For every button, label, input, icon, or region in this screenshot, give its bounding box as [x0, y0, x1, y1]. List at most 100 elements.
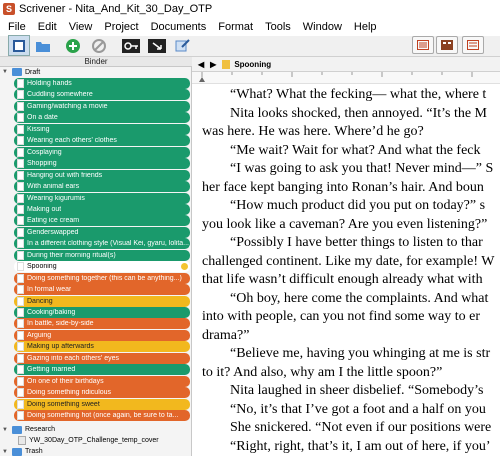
binder-item[interactable]: Doing something hot (once again, be sure…	[14, 410, 190, 422]
draft-folder[interactable]: ▼ Draft	[2, 67, 40, 77]
binder-item-label: During their morning ritual(s)	[27, 251, 116, 259]
binder-item-label: Holding hands	[27, 80, 72, 87]
binder-item-label: Shopping	[27, 160, 57, 168]
binder-item[interactable]: In a different clothing style (Visual Ke…	[14, 238, 190, 250]
document-icon	[17, 136, 24, 146]
menu-project[interactable]: Project	[98, 21, 144, 33]
menu-tools[interactable]: Tools	[259, 21, 297, 33]
binder-item[interactable]: Arguing	[14, 329, 190, 341]
document-icon	[17, 216, 24, 226]
link-icon	[175, 38, 190, 51]
menu-help[interactable]: Help	[348, 21, 383, 33]
binder-item-label: Making up afterwards	[27, 343, 94, 351]
document-icon	[17, 308, 24, 317]
binder-item[interactable]: Wearing kigurumis	[14, 192, 190, 204]
menu-window[interactable]: Window	[297, 21, 348, 33]
binder-item[interactable]: Dancing	[14, 295, 190, 307]
binder-item[interactable]: Making up afterwards	[14, 341, 190, 353]
binder-item[interactable]: Holding hands	[14, 78, 190, 89]
view-outliner-button[interactable]	[462, 36, 484, 54]
menu-format[interactable]: Format	[212, 21, 259, 33]
editor-line: “Right, right, that’s it, I am out of he…	[230, 438, 491, 454]
expand-triangle-icon[interactable]: ▼	[2, 427, 8, 433]
binder-item-label: Doing something ridiculous	[27, 389, 112, 397]
binder-item[interactable]: Genderswapped	[14, 226, 190, 238]
add-icon	[66, 38, 80, 53]
ruler-ticks	[199, 72, 473, 82]
trash-folder[interactable]: ▼ Trash	[2, 447, 43, 456]
binder-item[interactable]: In battle, side-by-side	[14, 318, 190, 330]
binder-item[interactable]: Eating ice cream	[14, 215, 190, 227]
view-corkboard-button[interactable]	[436, 36, 458, 54]
binder-item[interactable]: In formal wear	[14, 284, 190, 296]
document-icon	[17, 319, 24, 329]
binder-item[interactable]: With animal ears	[14, 181, 190, 193]
menu-edit[interactable]: Edit	[32, 21, 63, 33]
delete-button[interactable]	[88, 35, 110, 56]
binder-item-label: Doing something sweet	[27, 400, 100, 408]
back-arrow-icon[interactable]: ◀	[198, 60, 204, 69]
window-title: Scrivener - Nita_And_Kit_30_Day_OTP	[19, 3, 213, 15]
inspector-button[interactable]	[120, 35, 142, 56]
document-icon	[17, 353, 24, 363]
title-bar: S Scrivener - Nita_And_Kit_30_Day_OTP	[0, 0, 500, 18]
expand-triangle-icon[interactable]: ▼	[2, 449, 8, 455]
binder-item[interactable]: Wearing each others' clothes	[14, 135, 190, 147]
editor-line: She snickered. “Not even if our position…	[230, 420, 492, 435]
document-icon	[17, 124, 24, 134]
expand-triangle-icon[interactable]: ▼	[2, 69, 8, 75]
draft-folder-icon	[12, 68, 22, 76]
menu-file[interactable]: File	[2, 21, 32, 33]
binder-item[interactable]: Spooning	[14, 261, 190, 273]
binder-item-label: Cooking/baking	[27, 309, 76, 316]
binder-item[interactable]: On one of their birthdays	[14, 375, 190, 387]
binder-item-label: Hanging out with friends	[27, 171, 103, 179]
no-icon	[92, 38, 106, 53]
document-icon	[17, 250, 24, 260]
binder-panel[interactable]: ▼ Draft Holding hands Cuddling somewhere G…	[0, 67, 192, 456]
editor-line: challenged continent. Like my date, for …	[202, 253, 495, 269]
binder-item[interactable]: Cuddling somewhere	[14, 89, 190, 101]
binder-item[interactable]: Doing something together (this can be an…	[14, 272, 190, 284]
menu-view[interactable]: View	[63, 21, 99, 33]
binder-item[interactable]: Cosplaying	[14, 146, 190, 158]
add-button[interactable]	[62, 35, 84, 56]
binder-item[interactable]: Doing something ridiculous	[14, 387, 190, 399]
binder-item[interactable]: Hanging out with friends	[14, 169, 190, 181]
compose-button[interactable]	[146, 35, 168, 56]
editor-text-area[interactable]: “What? What the fecking— what the, where…	[192, 84, 500, 456]
binder-item[interactable]: Doing something sweet	[14, 398, 190, 410]
research-item[interactable]: YW_30Day_OTP_Challenge_temp_cover	[14, 436, 159, 446]
document-icon	[17, 262, 24, 272]
view-scrivenings-button[interactable]	[412, 36, 434, 54]
binder-item[interactable]: Gazing into each others' eyes	[14, 352, 190, 364]
collections-button[interactable]	[32, 35, 54, 56]
research-folder[interactable]: ▼ Research	[2, 425, 55, 435]
editor-line: “No, it’s that I’ve got a foot and a hal…	[230, 401, 486, 417]
forward-arrow-icon[interactable]: ▶	[210, 60, 216, 69]
editor-line: drama?”	[202, 327, 250, 343]
binder-item-label: On a date	[27, 114, 58, 122]
document-icon	[17, 193, 24, 203]
binder-item[interactable]: Gaming/watching a movie	[14, 100, 190, 112]
binder-toggle-button[interactable]	[8, 35, 30, 56]
binder-item[interactable]: During their morning ritual(s)	[14, 249, 190, 261]
binder-item[interactable]: Kissing	[14, 123, 190, 135]
document-icon	[17, 376, 24, 386]
binder-item[interactable]: Cooking/baking	[14, 307, 190, 318]
document-icon	[17, 239, 24, 249]
binder-item[interactable]: Making out	[14, 203, 190, 215]
link-button[interactable]	[172, 35, 194, 56]
binder-item[interactable]: Getting married	[14, 364, 190, 376]
ruler[interactable]	[192, 72, 500, 84]
binder-item[interactable]: On a date	[14, 112, 190, 124]
binder-item-label: Doing something hot (once again, be sure…	[27, 412, 179, 420]
document-icon	[222, 59, 231, 69]
binder-item-label: Gazing into each others' eyes	[27, 354, 120, 362]
menu-documents[interactable]: Documents	[145, 21, 213, 33]
binder-item[interactable]: Shopping	[14, 158, 190, 170]
status-dot	[181, 263, 188, 271]
document-icon	[17, 365, 24, 375]
scrivener-app-icon: S	[3, 3, 15, 15]
editor-line: “How much product did you put on today?”…	[230, 198, 486, 213]
